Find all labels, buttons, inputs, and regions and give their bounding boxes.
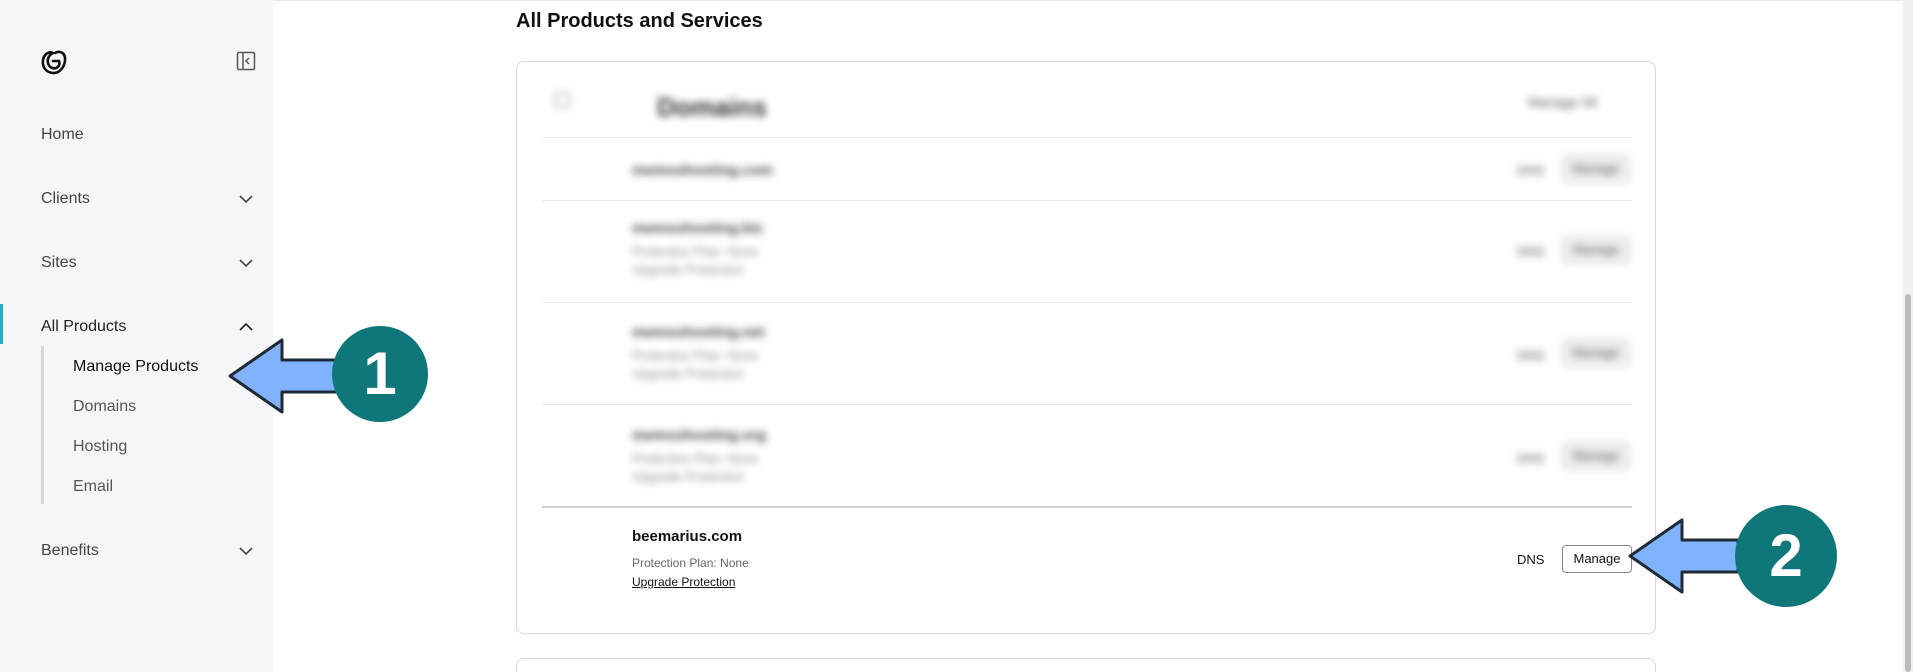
row-divider bbox=[542, 506, 1632, 508]
dns-link[interactable]: DNS bbox=[1517, 451, 1544, 466]
products-card: Domains Manage All memsshosting.com DNS … bbox=[516, 61, 1656, 634]
upgrade-link[interactable]: Upgrade Protection bbox=[632, 469, 744, 484]
manage-button[interactable]: Manage bbox=[1562, 442, 1630, 470]
manage-all-link[interactable]: Manage All bbox=[1528, 94, 1597, 110]
arrow-left-icon bbox=[228, 338, 340, 414]
godaddy-logo[interactable] bbox=[38, 46, 70, 78]
chevron-down-icon[interactable] bbox=[238, 255, 254, 271]
subnav-domains[interactable]: Domains bbox=[73, 398, 136, 416]
protection-plan: Protection Plan: None bbox=[632, 244, 759, 259]
top-divider bbox=[273, 0, 1913, 1]
domain-name: memsshosting.net bbox=[632, 324, 765, 341]
chevron-down-icon[interactable] bbox=[238, 543, 254, 559]
page-title: All Products and Services bbox=[516, 10, 763, 32]
nav-sites[interactable]: Sites bbox=[41, 254, 77, 272]
upgrade-protection-link[interactable]: Upgrade Protection bbox=[632, 575, 735, 589]
nav-home[interactable]: Home bbox=[41, 126, 84, 144]
protection-plan: Protection Plan: None bbox=[632, 556, 749, 570]
dns-link[interactable]: DNS bbox=[1517, 244, 1544, 259]
manage-button[interactable]: Manage bbox=[1562, 545, 1632, 573]
row-divider bbox=[542, 200, 1632, 201]
subnav-email[interactable]: Email bbox=[73, 478, 113, 496]
nav-clients[interactable]: Clients bbox=[41, 190, 90, 208]
scrollbar-thumb[interactable] bbox=[1905, 294, 1911, 672]
row-divider bbox=[542, 404, 1632, 405]
domain-name: beemarius.com bbox=[632, 528, 743, 545]
manage-button[interactable]: Manage bbox=[1562, 236, 1630, 264]
upgrade-link[interactable]: Upgrade Protection bbox=[632, 366, 744, 381]
manage-button[interactable]: Manage bbox=[1562, 339, 1630, 367]
domains-group-header[interactable]: Domains Manage All bbox=[542, 82, 1632, 142]
step-badge-2: 2 bbox=[1735, 505, 1837, 607]
row-divider bbox=[542, 302, 1632, 303]
group-icon bbox=[554, 92, 570, 108]
page: Home Clients Sites All Products Manage P… bbox=[0, 0, 1913, 672]
group-title: Domains bbox=[657, 92, 767, 122]
collapse-sidebar-icon[interactable] bbox=[236, 51, 256, 71]
step-badge-1: 1 bbox=[332, 326, 428, 422]
dns-link[interactable]: DNS bbox=[1517, 552, 1544, 567]
domain-name: memsshosting.com bbox=[632, 162, 773, 179]
protection-plan: Protection Plan: None bbox=[632, 451, 759, 466]
next-card bbox=[516, 658, 1656, 672]
nav-all-products[interactable]: All Products bbox=[41, 318, 126, 336]
chevron-up-icon[interactable] bbox=[238, 319, 254, 335]
nav-benefits[interactable]: Benefits bbox=[41, 542, 99, 560]
dns-link[interactable]: DNS bbox=[1517, 163, 1544, 178]
domain-name: memsshosting.biz bbox=[632, 220, 763, 237]
row-divider bbox=[542, 137, 1632, 138]
domain-name: memsshosting.org bbox=[632, 427, 767, 444]
active-indicator bbox=[0, 304, 3, 344]
submenu-rail bbox=[41, 346, 44, 504]
upgrade-link[interactable]: Upgrade Protection bbox=[632, 262, 744, 277]
dns-link[interactable]: DNS bbox=[1517, 348, 1544, 363]
protection-plan: Protection Plan: None bbox=[632, 348, 759, 363]
manage-button[interactable]: Manage bbox=[1562, 155, 1630, 183]
chevron-down-icon[interactable] bbox=[238, 191, 254, 207]
arrow-left-icon bbox=[1628, 518, 1740, 594]
subnav-hosting[interactable]: Hosting bbox=[73, 438, 127, 456]
subnav-manage-products[interactable]: Manage Products bbox=[73, 358, 198, 376]
